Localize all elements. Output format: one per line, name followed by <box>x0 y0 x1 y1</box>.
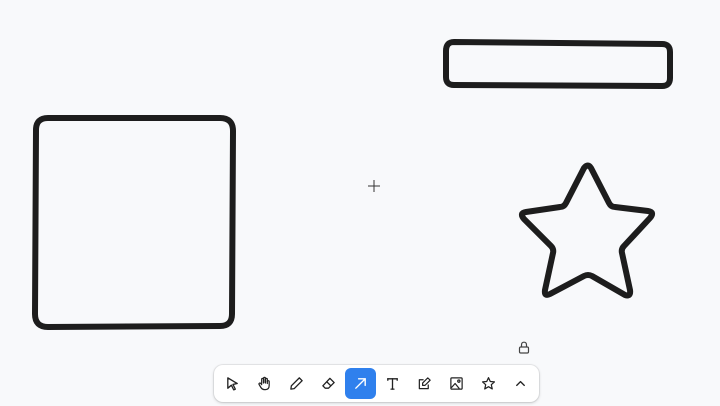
tool-note-button[interactable] <box>409 368 440 399</box>
tool-text-button[interactable] <box>377 368 408 399</box>
tool-eraser-button[interactable] <box>313 368 344 399</box>
pencil-icon <box>289 377 303 390</box>
shape-rectangle-wide[interactable] <box>443 39 673 89</box>
tool-draw-button[interactable] <box>281 368 312 399</box>
chevron-up-icon <box>516 380 526 387</box>
lock-icon[interactable] <box>518 341 530 354</box>
text-icon <box>387 378 398 390</box>
arrow-diagonal-icon <box>355 378 366 389</box>
tool-hand-button[interactable] <box>249 368 280 399</box>
note-edit-icon <box>418 377 431 390</box>
bottom-toolbar <box>214 365 539 402</box>
tool-arrow-button[interactable] <box>344 368 376 399</box>
image-icon <box>450 377 463 390</box>
drawing-canvas[interactable] <box>0 0 720 406</box>
star-icon <box>482 377 496 390</box>
shapes-layer <box>32 39 673 330</box>
tool-media-button[interactable] <box>441 368 472 399</box>
cursor-pointer-icon <box>226 377 238 391</box>
eraser-icon <box>322 377 335 389</box>
tool-select-button[interactable] <box>217 368 248 399</box>
hand-icon <box>257 376 270 391</box>
shape-star[interactable] <box>518 162 656 299</box>
tool-shape-button[interactable] <box>473 368 504 399</box>
crosshair-cursor-icon <box>368 180 380 192</box>
shape-rectangle-large[interactable] <box>32 115 236 330</box>
tool-more-button[interactable] <box>505 368 536 399</box>
